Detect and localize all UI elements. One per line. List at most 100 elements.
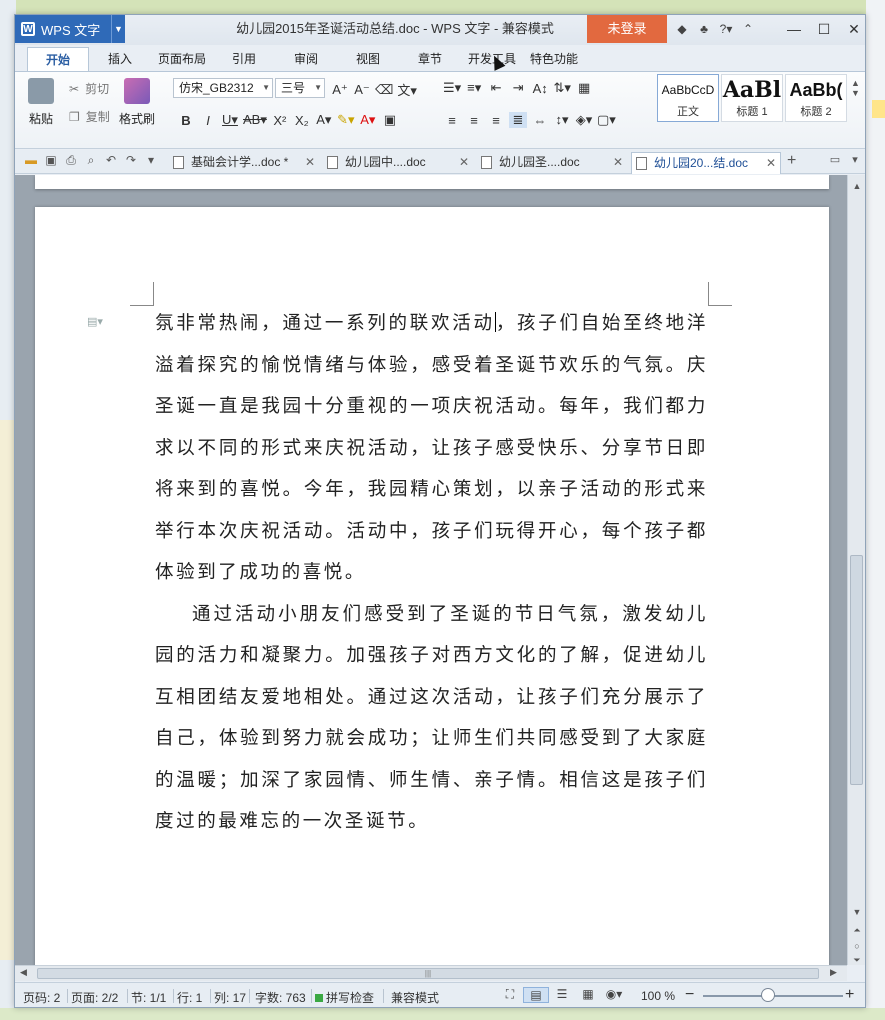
doc-tab[interactable]: 幼儿园圣....doc ✕ <box>477 152 627 174</box>
shading-icon[interactable]: ◈▾ <box>575 112 593 128</box>
font-color-icon[interactable]: A▾ <box>359 112 377 128</box>
style-heading-1[interactable]: AaBl 标题 1 <box>721 74 783 122</box>
zoom-slider-knob[interactable] <box>761 988 775 1002</box>
bullet-list-icon[interactable]: ☰▾ <box>443 80 461 96</box>
style-heading-2[interactable]: AaBb( 标题 2 <box>785 74 847 122</box>
align-left-icon[interactable]: ≡ <box>443 113 461 128</box>
maximize-icon[interactable]: ☐ <box>809 15 839 43</box>
tab-page-layout[interactable]: 页面布局 <box>151 47 213 71</box>
document-page[interactable]: ▤▾ 氛非常热闹，通过一系列的联欢活动，孩子们自始至终地洋溢着探究的愉悦情绪与体… <box>35 207 829 965</box>
tab-special-features[interactable]: 特色功能 <box>523 47 585 71</box>
close-icon[interactable]: ✕ <box>305 152 315 172</box>
scroll-thumb[interactable]: ||| <box>37 968 819 979</box>
char-shading-icon[interactable]: ▣ <box>381 112 399 128</box>
superscript-icon[interactable]: X² <box>271 113 289 128</box>
paragraph-layout-icon[interactable]: ▤▾ <box>87 315 103 328</box>
style-normal[interactable]: AaBbCcD 正文 <box>657 74 719 122</box>
chevron-down-icon[interactable]: ▼ <box>111 15 125 43</box>
scroll-up-icon[interactable]: ▲ <box>848 181 865 191</box>
zoom-in-icon[interactable]: + <box>845 986 854 1004</box>
print-preview-icon[interactable]: ⌕ <box>81 153 101 168</box>
format-painter-button[interactable]: 格式刷 <box>117 76 157 127</box>
page-view-icon[interactable]: ▤ <box>523 987 549 1003</box>
web-view-icon[interactable]: ▦ <box>575 987 601 1003</box>
tab-references[interactable]: 引用 <box>213 47 275 71</box>
minimize-icon[interactable]: — <box>779 15 809 43</box>
align-right-icon[interactable]: ≡ <box>487 113 505 128</box>
collapse-ribbon-icon[interactable]: ⌃ <box>737 22 759 36</box>
distributed-align-icon[interactable]: ⇔ <box>531 113 549 128</box>
paste-button[interactable]: 粘贴 <box>21 76 61 127</box>
increase-indent-icon[interactable]: ⇥ <box>509 80 527 96</box>
styles-scroll[interactable]: ▲ ▼ <box>851 78 861 122</box>
login-button[interactable]: 未登录 <box>587 15 667 43</box>
outline-view-icon[interactable]: ☰ <box>549 987 575 1003</box>
clear-format-icon[interactable]: ⌫ <box>375 82 393 98</box>
tab-insert[interactable]: 插入 <box>89 47 151 71</box>
tab-view[interactable]: 视图 <box>337 47 399 71</box>
next-page-icon[interactable]: ⏷ <box>848 955 865 966</box>
tab-menu-icon[interactable]: ▾ <box>845 153 865 166</box>
vertical-scrollbar[interactable]: ▲ ▼ ⏶ ○ ⏷ <box>847 175 865 965</box>
app-menu-button[interactable]: W WPS 文字 ▼ <box>15 15 125 43</box>
font-name-select[interactable]: 仿宋_GB2312 ▼ <box>173 78 273 98</box>
doc-tab[interactable]: 基础会计学...doc * ✕ <box>169 152 319 174</box>
undo-icon[interactable]: ↶ <box>101 153 121 168</box>
tab-review[interactable]: 审阅 <box>275 47 337 71</box>
numbered-list-icon[interactable]: ≡▾ <box>465 80 483 96</box>
document-body[interactable]: 氛非常热闹，通过一系列的联欢活动，孩子们自始至终地洋溢着探究的愉悦情绪与体验，感… <box>155 303 708 843</box>
feedback-icon[interactable]: ◆ <box>671 22 693 36</box>
browse-object-icon[interactable]: ○ <box>848 941 865 951</box>
tab-list-icon[interactable]: ▭ <box>825 153 845 166</box>
scroll-right-icon[interactable]: ▶ <box>830 967 837 978</box>
decrease-indent-icon[interactable]: ⇤ <box>487 80 505 96</box>
print-icon[interactable]: ⎙ <box>61 153 81 168</box>
close-icon[interactable]: ✕ <box>459 152 469 172</box>
underline-icon[interactable]: U▾ <box>221 112 239 128</box>
tab-chapter[interactable]: 章节 <box>399 47 461 71</box>
save-icon[interactable]: ▣ <box>41 153 61 168</box>
text-effect-icon[interactable]: A▾ <box>315 112 333 128</box>
zoom-out-icon[interactable]: − <box>685 986 694 1004</box>
eye-protection-icon[interactable]: ◉▾ <box>601 987 627 1003</box>
scroll-thumb[interactable] <box>850 555 863 785</box>
phonetic-guide-icon[interactable]: 文▾ <box>397 80 417 99</box>
status-word-count[interactable]: 字数: 763 <box>255 989 306 1006</box>
customize-toolbar-icon[interactable]: ▾ <box>141 153 161 168</box>
align-center-icon[interactable]: ≡ <box>465 113 483 128</box>
close-icon[interactable]: ✕ <box>613 152 623 172</box>
zoom-level[interactable]: 100 % <box>641 989 675 1003</box>
copy-button[interactable]: ❐ 复制 <box>69 108 116 125</box>
strikethrough-icon[interactable]: AB▾ <box>243 112 267 128</box>
horizontal-scrollbar[interactable]: ◀ ||| ▶ <box>15 965 847 981</box>
help-icon[interactable]: ?▾ <box>715 22 737 36</box>
bold-icon[interactable]: B <box>177 113 195 128</box>
doc-tab[interactable]: 幼儿园中....doc ✕ <box>323 152 473 174</box>
grow-font-icon[interactable]: A⁺ <box>331 82 349 98</box>
cut-button[interactable]: ✂ 剪切 <box>69 80 115 97</box>
line-spacing-icon[interactable]: ↕▾ <box>553 112 571 128</box>
align-justify-icon[interactable]: ≣ <box>509 112 527 128</box>
open-folder-icon[interactable]: ▬ <box>21 153 41 168</box>
previous-page-icon[interactable]: ⏶ <box>848 925 865 936</box>
close-icon[interactable]: ✕ <box>839 15 865 43</box>
italic-icon[interactable]: I <box>199 113 217 128</box>
spell-check-toggle[interactable]: 拼写检查 <box>315 989 374 1006</box>
fullscreen-view-icon[interactable]: ⛶ <box>497 987 523 1003</box>
subscript-icon[interactable]: X₂ <box>293 113 311 128</box>
shrink-font-icon[interactable]: A⁻ <box>353 82 371 98</box>
highlight-icon[interactable]: ✎▾ <box>337 112 355 128</box>
doc-tab-active[interactable]: 幼儿园20...结.doc ✕ <box>631 152 781 174</box>
tab-home[interactable]: 开始 <box>27 47 89 71</box>
table-icon[interactable]: ▦ <box>575 80 593 96</box>
redo-icon[interactable]: ↷ <box>121 153 141 168</box>
borders-icon[interactable]: ▢▾ <box>597 112 616 128</box>
new-tab-plus-icon[interactable]: + <box>787 152 796 170</box>
char-spacing-icon[interactable]: A↕ <box>531 81 549 96</box>
font-size-select[interactable]: 三号 ▼ <box>275 78 325 98</box>
scroll-left-icon[interactable]: ◀ <box>20 967 27 978</box>
close-icon[interactable]: ✕ <box>766 153 776 173</box>
scroll-down-icon[interactable]: ▼ <box>848 907 865 917</box>
sort-icon[interactable]: ⇅▾ <box>553 80 571 96</box>
skin-icon[interactable]: ♣ <box>693 22 715 36</box>
